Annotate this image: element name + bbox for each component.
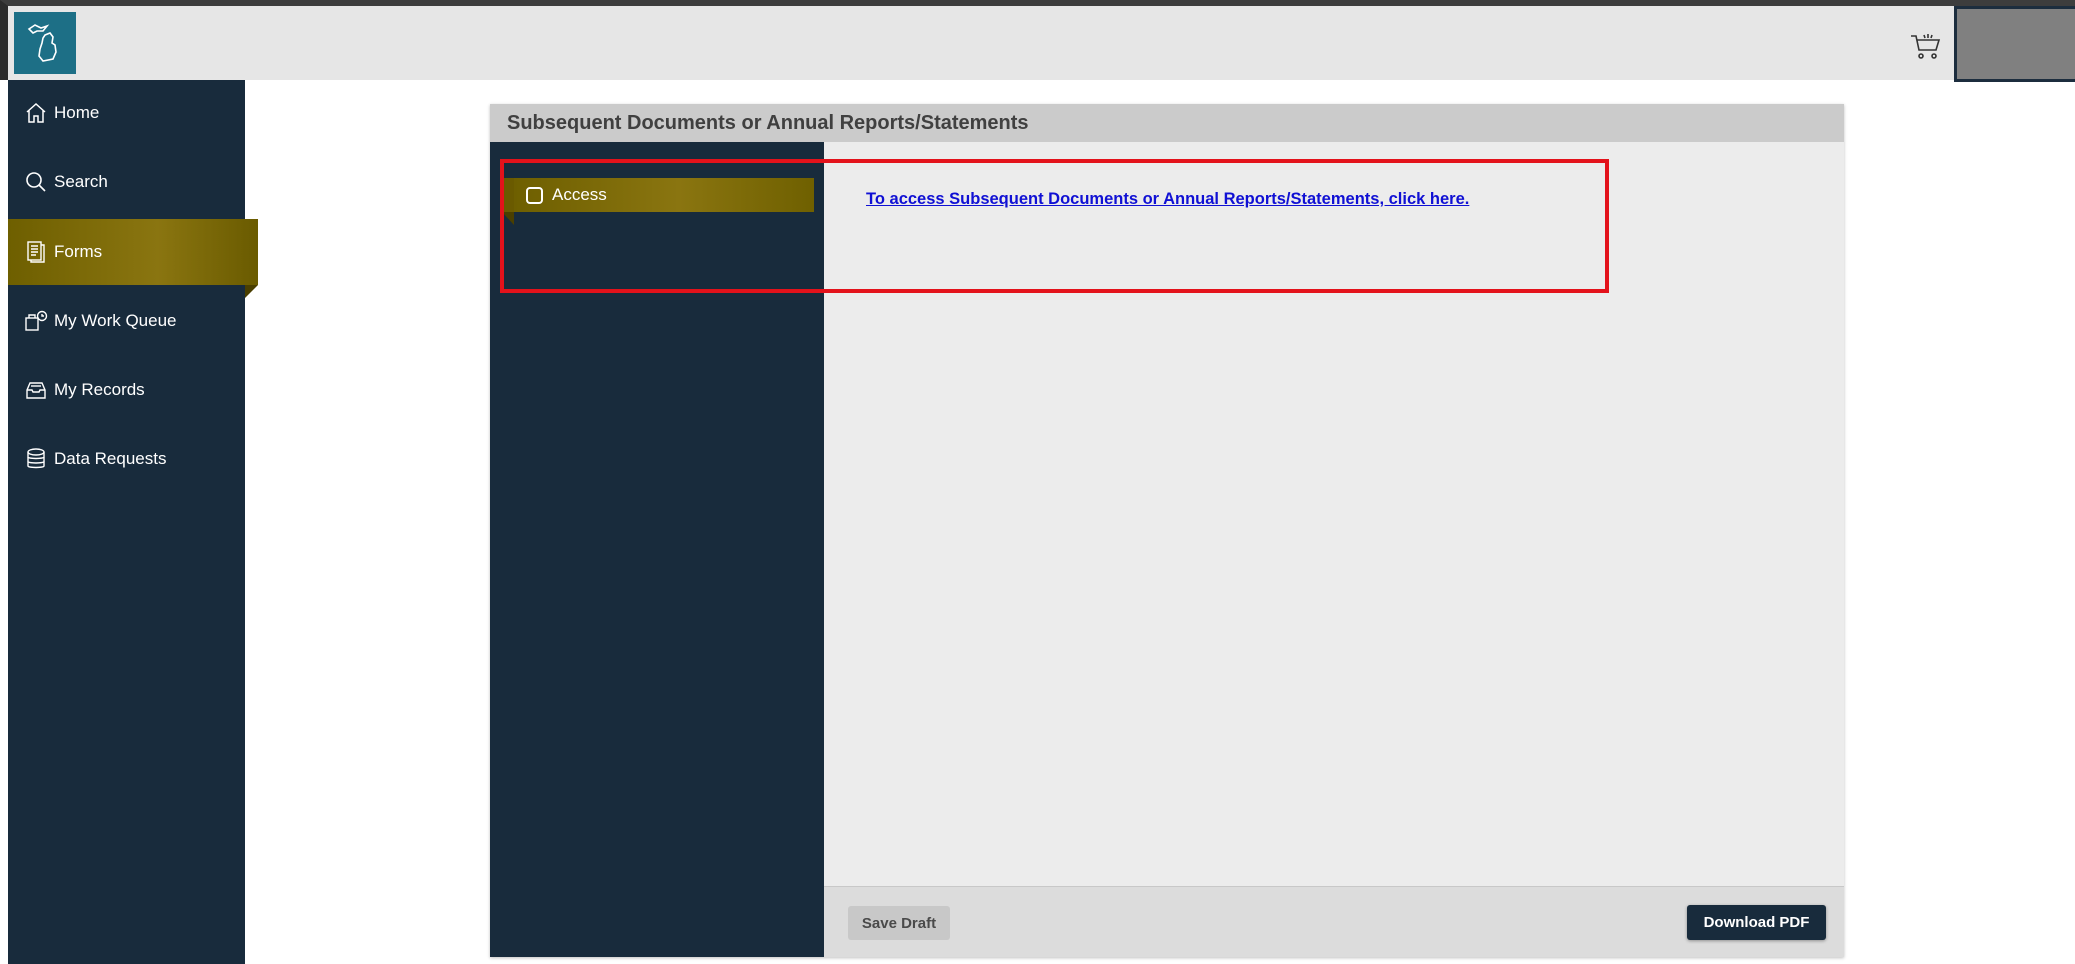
michigan-map-icon [27,24,57,62]
sidebar-item-label: My Records [54,380,145,399]
forms-document-icon [27,241,45,263]
work-queue-icon [25,310,48,331]
sidebar-item-forms[interactable]: Forms [8,219,258,298]
sidebar-item-search[interactable]: Search [8,149,245,215]
section-checkbox[interactable] [526,186,543,204]
download-pdf-button[interactable]: Download PDF [1687,905,1826,940]
sidebar-item-home[interactable]: Home [8,80,245,146]
form-section-nav: Access [490,142,824,957]
sidebar-item-label: My Work Queue [54,311,177,330]
search-icon [26,172,46,192]
cart-button[interactable] [1908,32,1944,62]
section-item-access[interactable]: Access [502,178,814,225]
sidebar-item-label: Forms [54,242,103,261]
save-draft-button[interactable]: Save Draft [848,906,950,940]
home-icon [26,102,46,123]
section-tab-marker [502,178,514,225]
sidebar-item-data-requests[interactable]: Data Requests [8,426,245,492]
section-item-label: Access [552,185,607,204]
form-title: Subsequent Documents or Annual Reports/S… [490,104,1844,142]
sidebar-item-label: Search [54,172,108,191]
form-footer: Save Draft Download PDF [824,886,1844,957]
top-bar [0,0,2075,82]
sidebar-item-my-work-queue[interactable]: My Work Queue [8,288,245,354]
shopping-cart-icon [1911,34,1941,59]
form-panel: Subsequent Documents or Annual Reports/S… [490,104,1844,957]
records-icon [26,382,46,399]
michigan-logo[interactable] [14,12,76,74]
sidebar-nav: Home Search Forms My Work Queue My Recor… [8,80,258,964]
access-documents-link[interactable]: To access Subsequent Documents or Annual… [866,190,1469,209]
database-icon [27,448,45,469]
sidebar-item-label: Home [54,103,100,122]
user-account-box[interactable] [1954,6,2075,82]
sidebar-item-label: Data Requests [54,449,167,468]
sidebar-item-my-records[interactable]: My Records [8,357,245,423]
